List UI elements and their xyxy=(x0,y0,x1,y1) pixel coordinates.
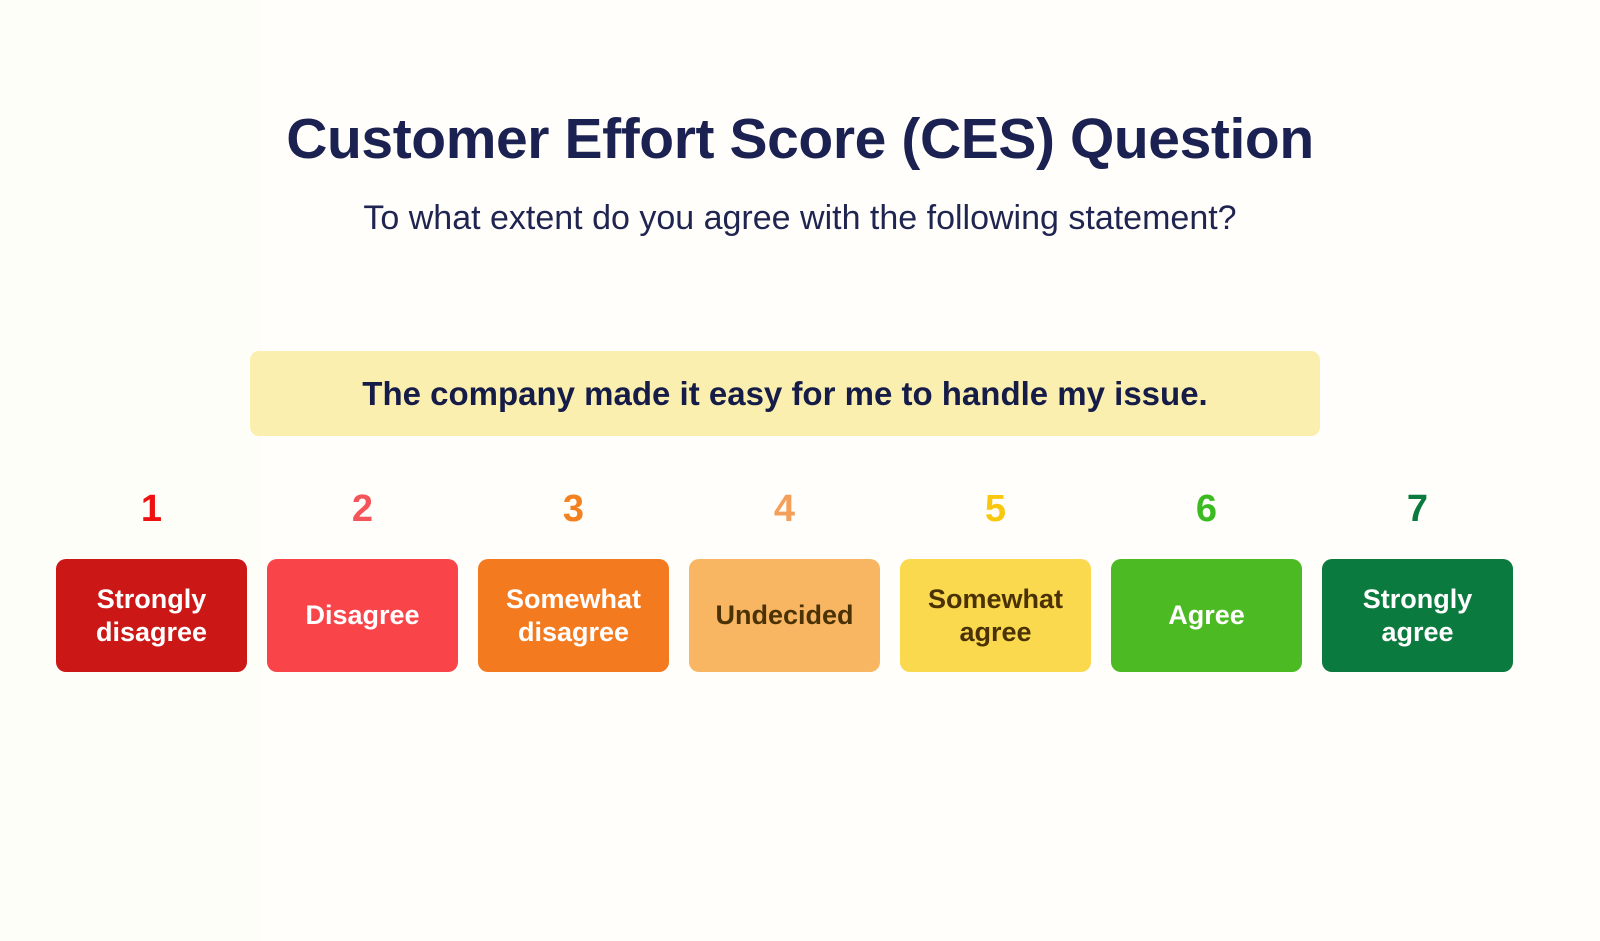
scale-option-3[interactable]: 3 Somewhat disagree xyxy=(478,486,669,672)
scale-option-button-1[interactable]: Strongly disagree xyxy=(56,559,247,672)
ces-question-page: Customer Effort Score (CES) Question To … xyxy=(0,0,1600,941)
scale-option-button-5[interactable]: Somewhat agree xyxy=(900,559,1091,672)
scale-option-button-2[interactable]: Disagree xyxy=(267,559,458,672)
rating-scale: 1 Strongly disagree 2 Disagree 3 Somewhat dis… xyxy=(56,486,1513,672)
page-subtitle: To what extent do you agree with the fol… xyxy=(363,199,1237,237)
scale-option-2[interactable]: 2 Disagree xyxy=(267,486,458,672)
scale-number-label: 2 xyxy=(351,488,374,530)
scale-option-button-4[interactable]: Undecided xyxy=(689,559,880,672)
scale-number-label: 1 xyxy=(140,488,163,530)
scale-option-1[interactable]: 1 Strongly disagree xyxy=(56,486,247,672)
scale-option-text: Strongly agree xyxy=(1362,583,1473,647)
scale-option-text: Somewhat disagree xyxy=(505,583,642,647)
scale-option-text: Strongly disagree xyxy=(95,583,208,647)
statement-banner: The company made it easy for me to handl… xyxy=(250,351,1320,436)
scale-option-button-7[interactable]: Strongly agree xyxy=(1322,559,1513,672)
scale-option-6[interactable]: 6 Agree xyxy=(1111,486,1302,672)
scale-option-text: Disagree xyxy=(305,600,420,631)
scale-option-button-6[interactable]: Agree xyxy=(1111,559,1302,672)
scale-option-text: Undecided xyxy=(715,600,854,631)
scale-option-5[interactable]: 5 Somewhat agree xyxy=(900,486,1091,672)
page-title: Customer Effort Score (CES) Question xyxy=(286,107,1314,171)
statement-text: The company made it easy for me to handl… xyxy=(362,374,1208,412)
scale-number-label: 7 xyxy=(1406,488,1429,530)
scale-number-label: 5 xyxy=(984,488,1007,530)
scale-option-text: Agree xyxy=(1168,600,1245,631)
scale-option-4[interactable]: 4 Undecided xyxy=(689,486,880,672)
scale-option-button-3[interactable]: Somewhat disagree xyxy=(478,559,669,672)
scale-number-label: 4 xyxy=(773,488,796,530)
scale-option-text: Somewhat agree xyxy=(927,583,1064,647)
scale-option-7[interactable]: 7 Strongly agree xyxy=(1322,486,1513,672)
scale-number-label: 6 xyxy=(1195,488,1218,530)
scale-number-label: 3 xyxy=(562,488,585,530)
